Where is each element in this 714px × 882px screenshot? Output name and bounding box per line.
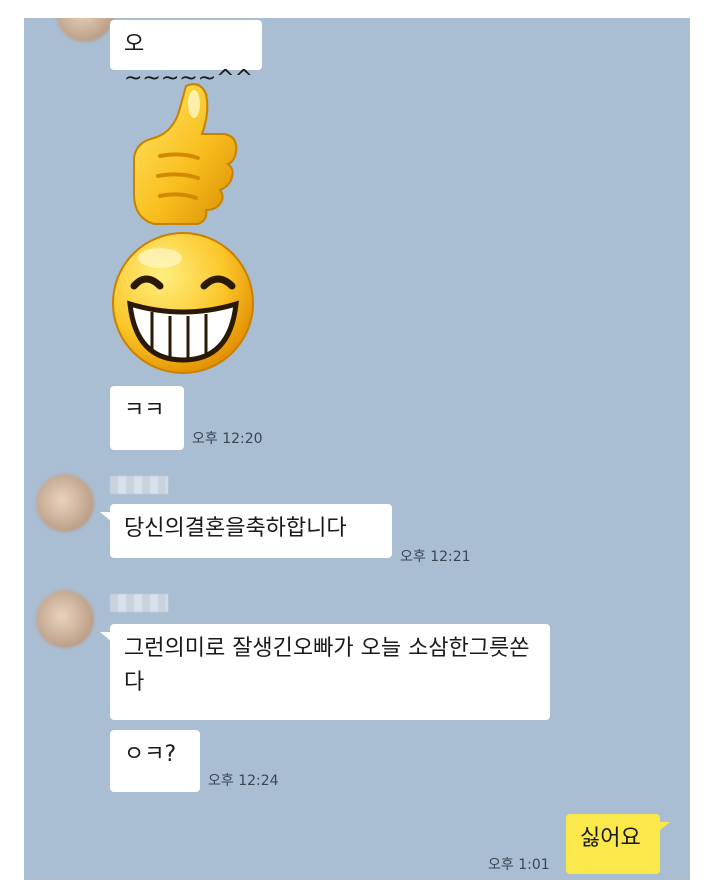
message-text: 당신의결혼을축하합니다 — [124, 516, 347, 541]
grinning-face-icon — [112, 232, 254, 374]
thumbs-up-icon — [133, 83, 238, 225]
sender-name — [110, 476, 168, 494]
message-bubble[interactable]: ㅇㅋ? — [110, 730, 200, 792]
my-message-bubble[interactable]: 싫어요 — [566, 814, 670, 874]
message-text: ㅋㅋ — [124, 398, 165, 423]
message-time: 오후 12:21 — [400, 549, 471, 565]
message-bubble[interactable]: 오~~~~~^^ — [110, 20, 262, 91]
message-time: 오후 1:01 — [488, 857, 550, 873]
message-text: 싫어요 — [580, 826, 641, 851]
message-text: ㅇㅋ? — [124, 742, 177, 767]
sender-avatar[interactable] — [36, 474, 94, 532]
message-time: 오후 12:20 — [192, 431, 263, 447]
message-bubble[interactable]: ㅋㅋ — [110, 386, 184, 450]
message-bubble[interactable]: 당신의결혼을축하합니다 — [100, 504, 392, 558]
sender-avatar[interactable] — [56, 18, 114, 42]
message-bubble[interactable]: 그런의미로 잘생긴오빠가 오늘 소삼한그릇쏜다 — [100, 624, 550, 720]
sender-name — [110, 594, 168, 612]
chat-window[interactable]: 오~~~~~^^ ㅋㅋ 오후 12:20 당신의결혼을축하합니다 오후 12:2… — [24, 18, 690, 880]
message-time: 오후 12:24 — [208, 773, 279, 789]
sender-avatar[interactable] — [36, 590, 94, 648]
message-text: 그런의미로 잘생긴오빠가 오늘 소삼한그릇쏜다 — [124, 636, 530, 695]
